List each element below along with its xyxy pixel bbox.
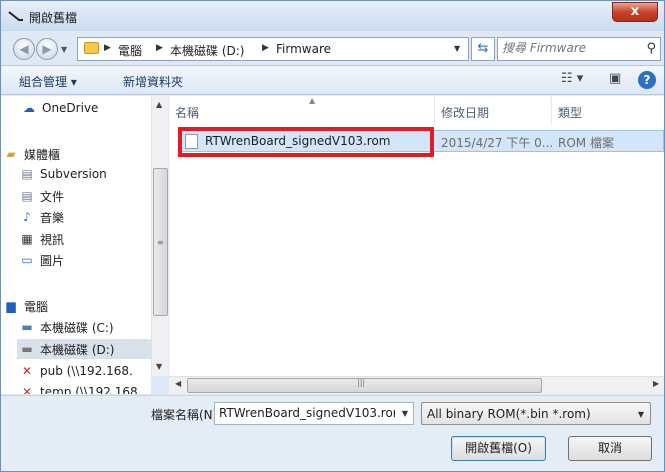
music-icon: ♪: [23, 210, 31, 224]
drive-icon: ▬: [21, 320, 33, 334]
scroll-grip-icon: |||: [357, 378, 366, 387]
file-type: ROM 檔案: [558, 136, 614, 150]
search-input[interactable]: [502, 41, 632, 55]
picture-icon: ▭: [21, 253, 33, 267]
nav-item-computer[interactable]: ▆ 電腦: [3, 296, 48, 316]
filename-combobox[interactable]: ▼: [214, 402, 414, 425]
forward-button[interactable]: ▶: [36, 38, 58, 60]
nav-item-documents[interactable]: ▤ 文件: [19, 186, 64, 206]
help-icon[interactable]: ?: [638, 71, 656, 89]
filename-input[interactable]: [219, 406, 395, 420]
scroll-up-icon[interactable]: ▲: [156, 100, 162, 109]
folder-icon: [84, 42, 99, 54]
view-options-icon[interactable]: ☷ ▾: [561, 71, 583, 86]
drive-icon: ▬: [21, 342, 33, 356]
scroll-left-icon[interactable]: ◀: [175, 379, 181, 388]
network-drive-icon: ✕: [21, 385, 33, 394]
cloud-icon: ☁: [23, 101, 35, 115]
breadcrumb-computer[interactable]: 電腦: [118, 42, 142, 59]
open-file-dialog: 開啟舊檔 x ◀ ▶ ▼ ▶ 電腦 ▶ 本機磁碟 (D:) ▶ Firmware…: [0, 0, 665, 472]
close-button[interactable]: x: [612, 2, 658, 22]
nav-item-libraries[interactable]: ▰ 媒體櫃: [3, 144, 60, 164]
document-icon: ▤: [21, 167, 33, 181]
filetype-value: All binary ROM(*.bin *.rom): [427, 407, 591, 421]
filename-dropdown-icon[interactable]: ▼: [402, 409, 408, 418]
cancel-button[interactable]: 取消: [568, 436, 652, 461]
back-arrow-icon: ◀: [19, 42, 29, 56]
app-icon: [8, 11, 23, 21]
address-dropdown-icon[interactable]: ▼: [454, 44, 460, 53]
library-icon: ▰: [6, 147, 16, 161]
window-title: 開啟舊檔: [29, 11, 78, 25]
address-row: ◀ ▶ ▼ ▶ 電腦 ▶ 本機磁碟 (D:) ▶ Firmware ▼ ⇆ ⚲: [1, 31, 664, 65]
nav-item-onedrive[interactable]: ☁ OneDrive: [21, 98, 98, 118]
refresh-button[interactable]: ⇆: [471, 37, 495, 61]
breadcrumb-separator-icon[interactable]: ▶: [104, 43, 111, 53]
breadcrumb-separator-icon[interactable]: ▶: [156, 43, 163, 53]
nav-item-drive-c[interactable]: ▬ 本機磁碟 (C:): [19, 317, 113, 337]
document-icon: ▤: [21, 189, 33, 203]
breadcrumb-separator-icon[interactable]: ▶: [262, 43, 269, 53]
nav-item-pictures[interactable]: ▭ 圖片: [19, 250, 64, 270]
toolbar: 組合管理 ▾ 新增資料夾 ☷ ▾ ▣ ?: [1, 65, 664, 95]
dialog-footer: 檔案名稱(N): ▼ All binary ROM(*.bin *.rom) ▼…: [1, 395, 664, 471]
new-folder-button[interactable]: 新增資料夾: [123, 73, 183, 90]
nav-item-music[interactable]: ♪ 音樂: [19, 207, 64, 227]
network-drive-icon: ✕: [21, 364, 33, 378]
red-highlight-box: [178, 127, 434, 157]
filetype-select[interactable]: All binary ROM(*.bin *.rom) ▼: [421, 402, 651, 425]
navigation-pane: ☁ OneDrive ▰ 媒體櫃 ▤ Subversion ▤ 文件 ♪ 音樂 …: [1, 96, 151, 394]
search-icon[interactable]: ⚲: [646, 41, 656, 56]
nav-item-temp-share[interactable]: ✕ temp (\\192.168: [19, 382, 138, 394]
search-box[interactable]: ⚲: [497, 37, 661, 61]
open-button[interactable]: 開啟舊檔(O): [451, 436, 546, 461]
nav-item-videos[interactable]: ▦ 視訊: [19, 229, 64, 249]
file-modified: 2015/4/27 下午 0...: [441, 136, 554, 150]
filetype-dropdown-icon[interactable]: ▼: [638, 410, 644, 419]
nav-pane-scrollbar[interactable]: ▲ ≡ ▼: [151, 96, 168, 376]
breadcrumb-firmware[interactable]: Firmware: [276, 42, 331, 56]
scroll-right-icon[interactable]: ▶: [653, 379, 659, 388]
back-button[interactable]: ◀: [13, 38, 35, 60]
nav-item-subversion[interactable]: ▤ Subversion: [19, 164, 106, 184]
recent-locations-dropdown-icon[interactable]: ▼: [61, 45, 67, 54]
forward-arrow-icon: ▶: [42, 42, 52, 56]
nav-item-drive-d[interactable]: ▬ 本機磁碟 (D:): [17, 339, 151, 359]
column-header-modified[interactable]: 修改日期: [435, 96, 552, 124]
file-list-horizontal-scrollbar[interactable]: ◀ ||| ▶: [169, 376, 664, 394]
filename-label: 檔案名稱(N):: [151, 408, 222, 422]
refresh-icon: ⇆: [477, 41, 489, 56]
computer-icon: ▆: [6, 299, 16, 313]
breadcrumb-drive-d[interactable]: 本機磁碟 (D:): [170, 42, 244, 59]
preview-pane-icon[interactable]: ▣: [609, 71, 621, 86]
organize-menu-button[interactable]: 組合管理 ▾: [19, 73, 77, 90]
column-header-type[interactable]: 類型: [552, 96, 664, 124]
column-header-name[interactable]: 名稱: [169, 96, 435, 124]
scroll-grip-icon: ≡: [157, 238, 164, 247]
video-icon: ▦: [21, 232, 33, 246]
nav-item-pub-share[interactable]: ✕ pub (\\192.168.: [19, 361, 133, 381]
scroll-down-icon[interactable]: ▼: [156, 362, 162, 371]
address-bar[interactable]: ▶ 電腦 ▶ 本機磁碟 (D:) ▶ Firmware ▼: [77, 37, 469, 61]
title-bar: 開啟舊檔 x: [1, 1, 664, 31]
